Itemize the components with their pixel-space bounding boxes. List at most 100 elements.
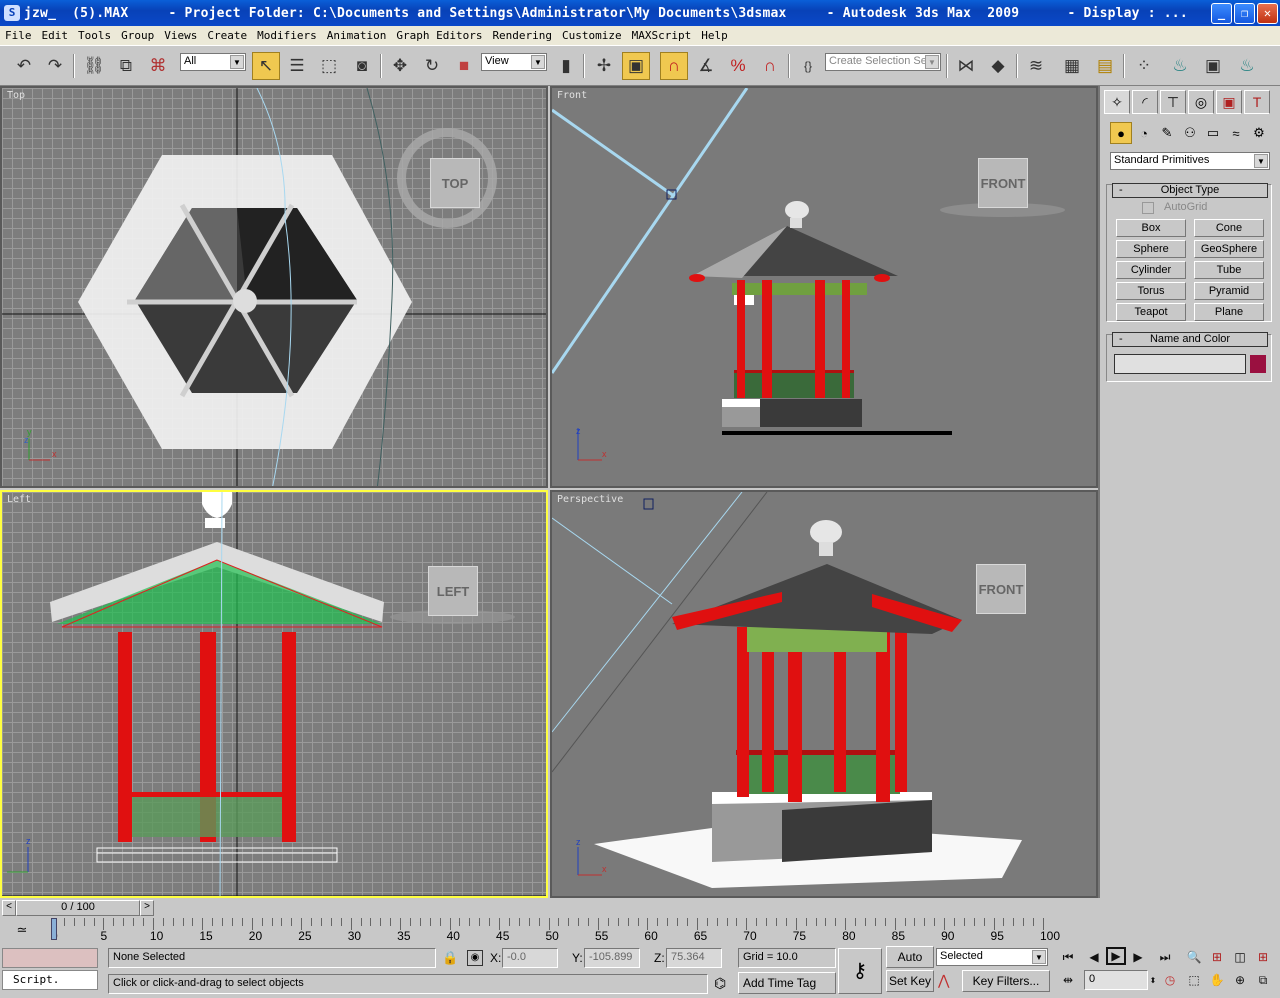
menu-group[interactable]: Group — [116, 29, 159, 42]
set-key-big-icon[interactable]: ⚷ — [838, 948, 882, 994]
key-mode-dropdown[interactable]: Selected ▼ — [936, 948, 1048, 966]
cone-button[interactable]: Cone — [1194, 219, 1264, 237]
edit-named-selection-icon[interactable]: {} — [794, 52, 822, 80]
menu-file[interactable]: File — [0, 29, 37, 42]
menu-customize[interactable]: Customize — [557, 29, 627, 42]
previous-frame-icon[interactable]: ◀ — [1084, 948, 1104, 966]
viewcube[interactable]: FRONT — [976, 564, 1026, 614]
zoom-extents-all-icon[interactable]: ⊞ — [1253, 948, 1273, 966]
space-warps-icon[interactable]: ≈ — [1225, 122, 1247, 144]
menu-modifiers[interactable]: Modifiers — [252, 29, 322, 42]
orbit-icon[interactable]: ⊕ — [1230, 971, 1250, 989]
viewport-front[interactable]: z x Front FRONT — [550, 86, 1098, 488]
select-by-name-icon[interactable]: ☰ — [283, 52, 311, 80]
menu-animation[interactable]: Animation — [322, 29, 392, 42]
geometry-icon[interactable]: ● — [1110, 122, 1132, 144]
maxscript-listener-pink[interactable] — [2, 948, 98, 968]
select-object-icon[interactable]: ↖ — [252, 52, 280, 80]
selection-lock-icon[interactable]: 🔒 — [442, 950, 458, 966]
percent-snap-icon[interactable]: % — [724, 52, 752, 80]
key-mode-toggle-icon[interactable]: ⇹ — [1058, 971, 1078, 989]
viewcube[interactable]: LEFT — [428, 566, 478, 616]
undo-icon[interactable]: ↶ — [10, 52, 38, 80]
play-icon[interactable]: ▶ — [1106, 947, 1126, 965]
maximize-viewport-icon[interactable]: ⧉ — [1253, 971, 1273, 989]
select-scale-icon[interactable]: ■ — [450, 52, 478, 80]
viewport-label[interactable]: Left — [7, 494, 31, 505]
material-editor-icon[interactable]: ⁘ — [1130, 52, 1158, 80]
torus-button[interactable]: Torus — [1116, 282, 1186, 300]
auto-key-button[interactable]: Auto Key — [886, 946, 934, 984]
tab-utilities[interactable]: T — [1244, 90, 1270, 114]
menu-edit[interactable]: Edit — [37, 29, 74, 42]
viewcube[interactable]: TOP — [430, 158, 480, 208]
pan-view-icon[interactable]: ✋ — [1207, 971, 1227, 989]
tab-display[interactable]: ▣ — [1216, 90, 1242, 114]
go-to-end-icon[interactable]: ⏭ — [1155, 948, 1175, 966]
absolute-mode-icon[interactable]: ◉ — [467, 950, 483, 966]
tab-modify[interactable]: ◜ — [1132, 90, 1158, 114]
cameras-icon[interactable]: ⚇ — [1179, 122, 1201, 144]
menu-views[interactable]: Views — [159, 29, 202, 42]
set-key-button[interactable]: Set Key — [886, 970, 934, 992]
viewport-top[interactable]: z x y Top TOP — [0, 86, 548, 488]
redo-icon[interactable]: ↷ — [41, 52, 69, 80]
time-configuration-icon[interactable]: ◷ — [1160, 971, 1180, 989]
viewport-label[interactable]: Perspective — [557, 494, 623, 505]
next-frame-icon[interactable]: ▶ — [1128, 948, 1148, 966]
quick-render-icon[interactable]: ♨ — [1233, 52, 1261, 80]
pyramid-button[interactable]: Pyramid — [1194, 282, 1264, 300]
go-to-start-icon[interactable]: ⏮ — [1058, 948, 1078, 966]
viewport-left[interactable]: z Left LEFT — [0, 490, 548, 898]
selection-filter-dropdown[interactable]: All ▼ — [180, 53, 246, 71]
sphere-button[interactable]: Sphere — [1116, 240, 1186, 258]
zoom-icon[interactable]: 🔍 — [1184, 948, 1204, 966]
current-frame-input[interactable]: 0 — [1084, 970, 1148, 990]
time-prev-button[interactable]: < — [2, 900, 16, 916]
unlink-icon[interactable]: ⧉ — [112, 52, 140, 80]
cylinder-button[interactable]: Cylinder — [1116, 261, 1186, 279]
name-and-color-header[interactable]: - Name and Color — [1112, 332, 1268, 347]
maximize-button[interactable]: ❐ — [1234, 3, 1255, 24]
viewport-label[interactable]: Top — [7, 90, 25, 101]
tube-button[interactable]: Tube — [1194, 261, 1264, 279]
curve-editor-mini-icon[interactable]: ≃ — [12, 922, 32, 940]
mirror-icon[interactable]: ⋈ — [952, 52, 980, 80]
zoom-all-icon[interactable]: ⊞ — [1207, 948, 1227, 966]
time-tag-icon[interactable]: ⌬ — [714, 975, 726, 992]
render-setup-icon[interactable]: ♨ — [1166, 52, 1194, 80]
curve-editor-icon[interactable]: ▦ — [1058, 52, 1086, 80]
autogrid-checkbox[interactable] — [1142, 202, 1154, 214]
snap-3d-icon[interactable]: ∩ — [660, 52, 688, 80]
time-cursor[interactable] — [51, 918, 57, 940]
y-coordinate-input[interactable]: -105.899 — [584, 948, 640, 968]
keyboard-shortcut-icon[interactable]: ▣ — [622, 52, 650, 80]
add-time-tag-button[interactable]: Add Time Tag — [738, 972, 836, 994]
zoom-extents-icon[interactable]: ◫ — [1230, 948, 1250, 966]
geosphere-button[interactable]: GeoSphere — [1194, 240, 1264, 258]
angle-snap-icon[interactable]: ∡ — [692, 52, 720, 80]
rectangular-selection-icon[interactable]: ⬚ — [315, 52, 343, 80]
layer-manager-icon[interactable]: ≋ — [1022, 52, 1050, 80]
systems-icon[interactable]: ⚙ — [1248, 122, 1270, 144]
window-crossing-icon[interactable]: ◙ — [348, 52, 376, 80]
z-coordinate-input[interactable]: 75.364 — [666, 948, 722, 968]
viewcube[interactable]: FRONT — [978, 158, 1028, 208]
tab-motion[interactable]: ◎ — [1188, 90, 1214, 114]
track-bar[interactable]: 0510152025303540455055606570758085909510… — [40, 898, 1100, 946]
select-move-icon[interactable]: ✥ — [386, 52, 414, 80]
app-icon[interactable]: S — [4, 5, 20, 21]
select-and-link-icon[interactable]: ⛓ — [80, 52, 108, 80]
pivot-icon[interactable]: ▮ — [552, 52, 580, 80]
box-button[interactable]: Box — [1116, 219, 1186, 237]
rendered-frame-icon[interactable]: ▣ — [1199, 52, 1227, 80]
zoom-region-icon[interactable]: ⬚ — [1184, 971, 1204, 989]
shapes-icon[interactable]: ◔ — [1133, 122, 1155, 144]
align-icon[interactable]: ◆ — [984, 52, 1012, 80]
menu-graph-editors[interactable]: Graph Editors — [391, 29, 487, 42]
bind-space-warp-icon[interactable]: ⌘ — [144, 52, 172, 80]
tab-hierarchy[interactable]: ⊤ — [1160, 90, 1186, 114]
spinner-snap-icon[interactable]: ∩ — [756, 52, 784, 80]
x-coordinate-input[interactable]: -0.0 — [502, 948, 558, 968]
menu-tools[interactable]: Tools — [73, 29, 116, 42]
